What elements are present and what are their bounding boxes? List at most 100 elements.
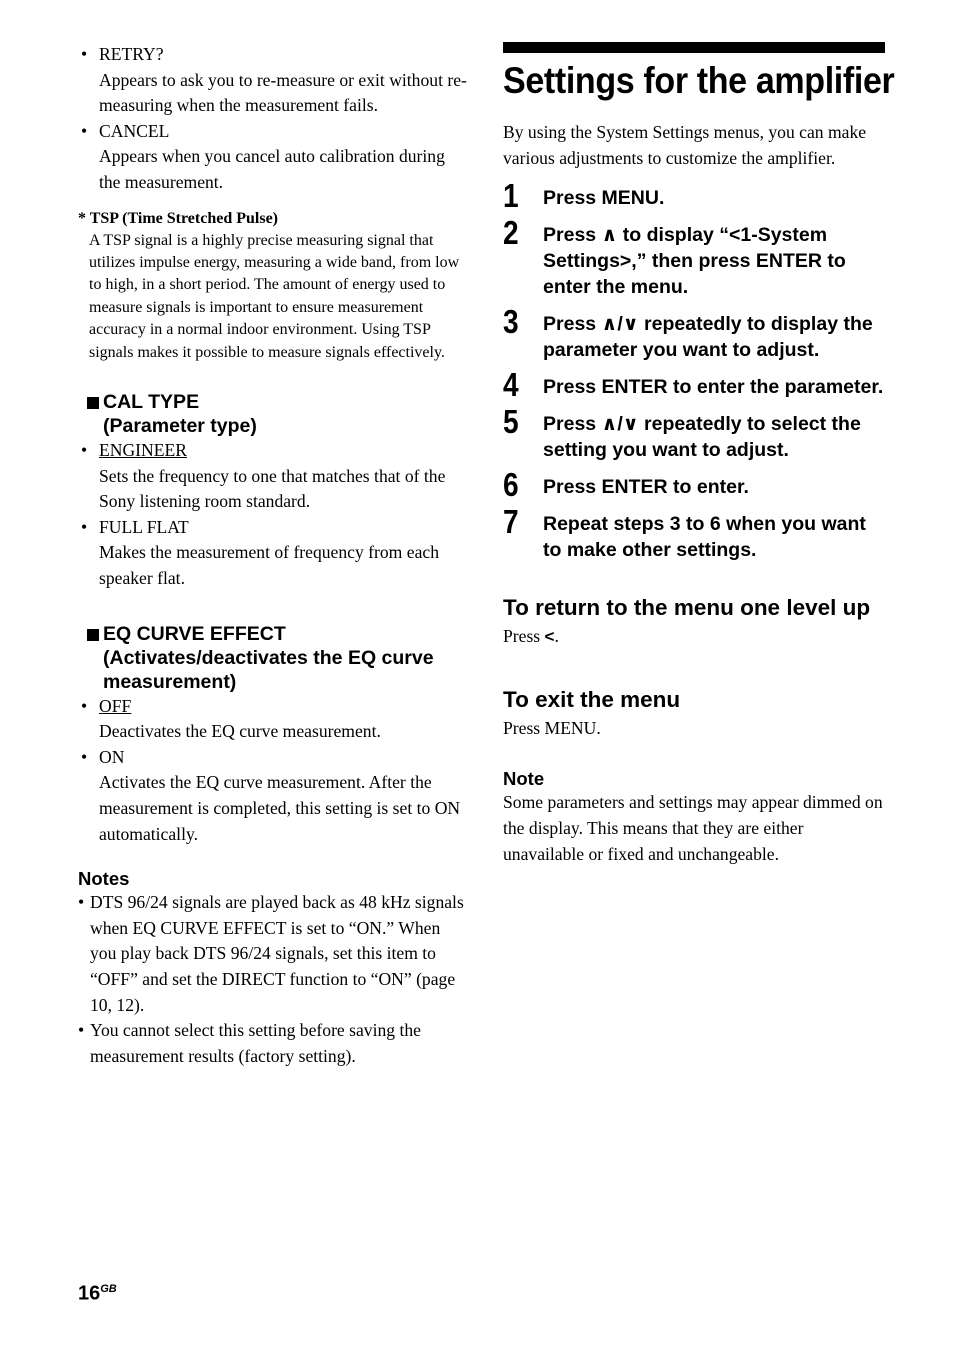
message-term: CANCEL [99, 120, 170, 141]
step-item: 6 Press ENTER to enter. [503, 468, 885, 501]
bullet-icon: • [81, 516, 88, 537]
section-heading-line1: CAL TYPE [103, 391, 200, 413]
procedure-steps: 1 Press MENU. 2 Press ∧ to display “<1-S… [503, 179, 885, 563]
notes-list: • DTS 96/24 signals are played back as 4… [78, 890, 468, 1069]
option-term: OFF [99, 695, 132, 716]
message-term: RETRY? [99, 44, 164, 64]
option-description: Makes the measurement of frequency from … [99, 542, 439, 588]
list-item: • ON Activates the EQ curve measurement.… [78, 745, 468, 847]
list-item: • ENGINEER Sets the frequency to one tha… [78, 438, 468, 515]
section-heading: To exit the menu [503, 686, 681, 712]
page-region-code: GB [100, 1283, 117, 1295]
message-list: • RETRY? Appears to ask you to re-measur… [78, 42, 468, 196]
option-list: • ENGINEER Sets the frequency to one tha… [78, 438, 468, 592]
step-number: 4 [503, 366, 519, 404]
step-text: Press ∧/∨ repeatedly to display the para… [543, 313, 873, 362]
step-text: Press ∧ to display “<1-System Settings>,… [543, 224, 846, 299]
note-text: DTS 96/24 signals are played back as 48 … [90, 892, 464, 1015]
step-text: Press ∧/∨ repeatedly to select the setti… [543, 413, 861, 462]
note-text: You cannot select this setting before sa… [90, 1020, 421, 1066]
step-item: 2 Press ∧ to display “<1-System Settings… [503, 216, 885, 300]
left-column: • RETRY? Appears to ask you to re-measur… [78, 42, 468, 1069]
option-description: Deactivates the EQ curve measurement. [99, 721, 381, 742]
page-title: Settings for the amplifier [503, 60, 895, 101]
section-eq-curve-effect: EQ CURVE EFFECT (Activates/deactivates t… [78, 622, 468, 848]
notes-heading: Notes [78, 868, 130, 890]
note-block: Note Some parameters and settings may ap… [503, 767, 885, 867]
page-folio: 16GB [78, 1278, 117, 1305]
list-item: • CANCEL Appears when you cancel auto ca… [78, 119, 468, 196]
page-number: 16 [78, 1282, 101, 1305]
step-number: 3 [503, 303, 519, 341]
bullet-icon: • [81, 746, 88, 767]
option-term: FULL FLAT [99, 516, 189, 537]
bullet-icon: • [81, 44, 88, 64]
step-item: 7 Repeat steps 3 to 6 when you want to m… [503, 505, 885, 563]
footnote-marker: * [78, 209, 86, 227]
step-text: Press ENTER to enter. [543, 476, 749, 499]
section-body: Press <. [503, 624, 885, 650]
message-description: Appears when you cancel auto calibration… [99, 146, 445, 192]
section-heading-line2: (Parameter type) [103, 415, 257, 437]
period: . [554, 626, 559, 647]
bullet-icon: • [81, 440, 88, 460]
list-item: • FULL FLAT Makes the measurement of fre… [78, 515, 468, 592]
message-description: Appears to ask you to re-measure or exit… [99, 69, 467, 116]
section-heading-line1: EQ CURVE EFFECT [103, 622, 286, 645]
return-to-menu-section: To return to the menu one level up Press… [503, 594, 885, 650]
chapter-rule [503, 42, 885, 53]
step-item: 3 Press ∧/∨ repeatedly to display the pa… [503, 305, 885, 363]
bullet-icon: • [78, 1020, 85, 1041]
option-term: ON [99, 746, 125, 767]
step-item: 5 Press ∧/∨ repeatedly to select the set… [503, 405, 885, 463]
step-text: Press MENU. [543, 187, 665, 210]
square-bullet-icon [87, 628, 99, 641]
step-text: Repeat steps 3 to 6 when you want to mak… [543, 513, 866, 562]
square-bullet-icon [87, 397, 99, 409]
list-item: • RETRY? Appears to ask you to re-measur… [78, 42, 468, 119]
manual-page: • RETRY? Appears to ask you to re-measur… [0, 0, 954, 1352]
option-description: Activates the EQ curve measurement. Afte… [99, 772, 461, 844]
list-item: • OFF Deactivates the EQ curve measureme… [78, 694, 468, 745]
step-number: 6 [503, 466, 519, 504]
section-heading: EQ CURVE EFFECT (Activates/deactivates t… [78, 622, 468, 694]
list-item: • You cannot select this setting before … [78, 1018, 468, 1069]
section-body: Press MENU. [503, 717, 601, 738]
step-number: 5 [503, 403, 519, 441]
intro-paragraph: By using the System Settings menus, you … [503, 122, 867, 168]
section-cal-type: CAL TYPE (Parameter type) • ENGINEER Set… [78, 390, 468, 592]
footnote-body: A TSP signal is a highly precise measuri… [89, 231, 460, 361]
press-label: Press [503, 626, 545, 647]
step-item: 4 Press ENTER to enter the parameter. [503, 368, 885, 401]
list-item: • DTS 96/24 signals are played back as 4… [78, 890, 468, 1018]
bullet-icon: • [81, 120, 88, 141]
option-list: • OFF Deactivates the EQ curve measureme… [78, 694, 468, 848]
note-body: Some parameters and settings may appear … [503, 792, 883, 864]
bullet-icon: • [81, 695, 88, 716]
notes-block: Notes • DTS 96/24 signals are played bac… [78, 867, 468, 1069]
footnote-title: TSP (Time Stretched Pulse) [89, 209, 279, 227]
right-column: Settings for the amplifier By using the … [503, 42, 895, 867]
section-heading-line2: (Activates/deactivates the EQ curve meas… [103, 646, 434, 693]
bullet-icon: • [78, 892, 85, 913]
step-text: Press ENTER to enter the parameter. [543, 376, 884, 399]
step-number: 7 [503, 503, 519, 541]
option-term: ENGINEER [99, 440, 187, 460]
section-heading: To return to the menu one level up [503, 595, 871, 621]
section-heading: CAL TYPE (Parameter type) [78, 390, 468, 438]
step-item: 1 Press MENU. [503, 179, 885, 212]
footnote-heading: * TSP (Time Stretched Pulse) [78, 208, 468, 230]
step-number: 1 [503, 177, 519, 215]
exit-menu-section: To exit the menu Press MENU. [503, 686, 885, 742]
step-number: 2 [503, 214, 519, 252]
left-arrow-icon: < [544, 627, 555, 647]
tsp-footnote: * TSP (Time Stretched Pulse) A TSP signa… [78, 208, 468, 364]
option-description: Sets the frequency to one that matches t… [99, 465, 446, 512]
